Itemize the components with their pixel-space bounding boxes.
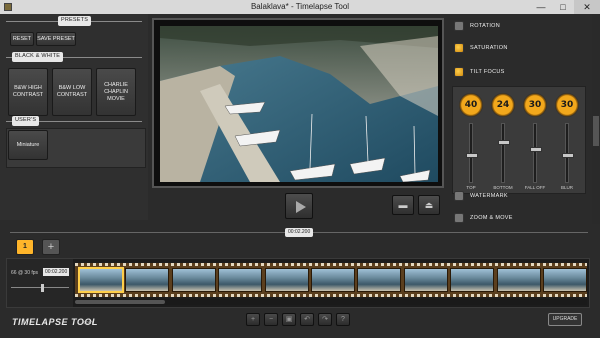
timeline-frame[interactable]: [450, 268, 495, 292]
bw-header-label: BLACK & WHITE: [12, 52, 64, 62]
bw-header: BLACK & WHITE: [6, 52, 142, 62]
effect-label: TILT FOCUS: [470, 69, 505, 75]
slider-thumb[interactable]: [562, 153, 574, 158]
timeline-frame[interactable]: [78, 267, 124, 293]
close-button[interactable]: ✕: [574, 0, 600, 14]
bw-low-contrast-button[interactable]: B&W LOW CONTRAST: [52, 68, 92, 116]
bottom-dial[interactable]: 24: [491, 93, 515, 117]
film-perforation: [75, 263, 587, 266]
effect-saturation[interactable]: SATURATION: [450, 40, 588, 56]
play-icon: [296, 201, 306, 213]
crop-button[interactable]: ▣: [282, 313, 296, 326]
timeline-scrollbar[interactable]: [75, 299, 587, 305]
harbor-photo: [160, 26, 438, 182]
timeline-frame[interactable]: [403, 268, 448, 292]
tab-sequence-1[interactable]: 1: [16, 239, 34, 255]
title-bar: Balaklava* - Timelapse Tool — □ ✕: [0, 0, 600, 14]
bw-high-contrast-button[interactable]: B&W HIGH CONTRAST: [8, 68, 48, 116]
watermark-checkbox[interactable]: [454, 191, 464, 201]
effect-rotation[interactable]: ROTATION: [450, 18, 588, 34]
help-button[interactable]: ?: [336, 313, 350, 326]
effect-label: WATERMARK: [470, 193, 508, 199]
fall-off-slider[interactable]: [530, 123, 542, 183]
timeline-frame[interactable]: [357, 268, 402, 292]
zoom-move-checkbox[interactable]: [454, 213, 464, 223]
charlie-chaplin-button[interactable]: CHARLIE CHAPLIN MOVIE: [96, 68, 136, 116]
rotation-checkbox[interactable]: [454, 21, 464, 31]
timeline: 66 @ 30 fps 00:02.200: [6, 258, 590, 308]
timeline-frame[interactable]: [311, 268, 355, 292]
effect-tilt-focus[interactable]: TILT FOCUS: [450, 64, 588, 80]
save-preset-button[interactable]: SAVE PRESET: [36, 32, 76, 46]
top-slider[interactable]: [466, 123, 478, 183]
filmstrip[interactable]: [75, 263, 587, 297]
scroll-thumb[interactable]: [75, 300, 165, 304]
preview-image: [160, 26, 438, 182]
minimize-button[interactable]: —: [530, 0, 552, 14]
effects-scrollbar[interactable]: [592, 14, 600, 224]
timeline-info: 66 @ 30 fps 00:02.200: [7, 259, 73, 307]
bottom-slider[interactable]: [498, 123, 510, 183]
maximize-button[interactable]: □: [552, 0, 574, 14]
timeline-frame[interactable]: [218, 268, 263, 292]
presets-header: PRESETS: [6, 16, 142, 26]
reset-button[interactable]: RESET: [10, 32, 34, 46]
slider-thumb[interactable]: [498, 140, 510, 145]
eject-icon[interactable]: ⏏: [418, 195, 440, 215]
preview-panel: [152, 18, 444, 188]
crop-icon[interactable]: ▬: [392, 195, 414, 215]
speed-ruler: [11, 287, 69, 288]
fps-label: 66 @ 30 fps: [11, 270, 39, 276]
add-frame-button[interactable]: +: [246, 313, 260, 326]
top-dial[interactable]: 40: [459, 93, 483, 117]
add-sequence-button[interactable]: +: [42, 239, 60, 255]
blur-dial[interactable]: 30: [555, 93, 579, 117]
timeline-frame[interactable]: [125, 268, 170, 292]
window-title: Balaklava* - Timelapse Tool: [250, 2, 350, 11]
play-button[interactable]: [285, 193, 313, 219]
logo-suffix: .com: [82, 320, 93, 326]
upgrade-button[interactable]: UPGRADE: [548, 313, 582, 326]
speed-slider-knob[interactable]: [41, 284, 44, 292]
effect-label: ROTATION: [470, 23, 500, 29]
tilt-focus-checkbox[interactable]: [454, 67, 464, 77]
effect-zoom-move[interactable]: ZOOM & MOVE: [450, 210, 588, 226]
remove-frame-button[interactable]: −: [264, 313, 278, 326]
miniature-preset-button[interactable]: Miniature: [8, 130, 48, 160]
presets-panel: PRESETS RESET SAVE PRESET BLACK & WHITE …: [0, 14, 148, 220]
film-perforation: [75, 294, 587, 297]
users-header-label: USER'S: [12, 116, 40, 126]
current-time-badge: 00:02.200: [285, 228, 314, 237]
slider-thumb[interactable]: [466, 153, 478, 158]
timeline-frame[interactable]: [543, 268, 587, 292]
scroll-thumb[interactable]: [593, 116, 599, 146]
redo-button[interactable]: ↷: [318, 313, 332, 326]
timeline-frame[interactable]: [171, 268, 216, 292]
users-header: USER'S: [6, 116, 142, 126]
saturation-checkbox[interactable]: [454, 43, 464, 53]
tilt-focus-controls: 40 24 30 30 TOP BOTTOM FALL OFF BLUR: [452, 86, 586, 194]
effect-watermark[interactable]: WATERMARK: [450, 188, 588, 204]
timeline-frame[interactable]: [496, 268, 541, 292]
effects-panel: ROTATION SATURATION TILT FOCUS 40 24 30 …: [450, 14, 588, 238]
blur-slider[interactable]: [562, 123, 574, 183]
effect-label: ZOOM & MOVE: [470, 215, 513, 221]
duration-badge: 00:02.200: [43, 268, 70, 276]
timeline-frame[interactable]: [264, 268, 309, 292]
presets-header-label: PRESETS: [58, 16, 92, 26]
undo-button[interactable]: ↶: [300, 313, 314, 326]
effect-label: SATURATION: [470, 45, 508, 51]
fall-off-dial[interactable]: 30: [523, 93, 547, 117]
slider-thumb[interactable]: [530, 147, 542, 152]
